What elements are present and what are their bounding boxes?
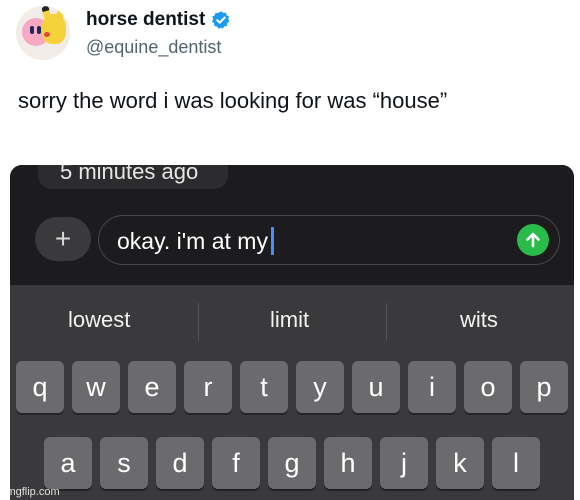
key-h[interactable]: h [324,437,372,489]
key-o[interactable]: o [464,361,512,413]
keyboard: lowest limit wits q w e r t y u i o p a … [10,285,574,500]
send-button[interactable] [517,224,549,256]
plus-icon: + [54,223,72,254]
key-y[interactable]: y [296,361,344,413]
text-caret [270,227,274,255]
key-u[interactable]: u [352,361,400,413]
key-p[interactable]: p [520,361,568,413]
suggestion-3[interactable]: wits [460,307,498,333]
key-k[interactable]: k [436,437,484,489]
key-r[interactable]: r [184,361,232,413]
predictive-suggestions: lowest limit wits [10,285,574,353]
key-f[interactable]: f [212,437,260,489]
chat-area: 5 minutes ago + okay. i'm at my [10,165,574,285]
message-input-value: okay. i'm at my [117,227,268,254]
arrow-up-icon [526,232,540,248]
key-e[interactable]: e [128,361,176,413]
message-timestamp: 5 minutes ago [60,165,199,184]
tweet-text: sorry the word i was looking for was “ho… [18,88,448,113]
key-w[interactable]: w [72,361,120,413]
key-q[interactable]: q [16,361,64,413]
name-row: horse dentist [86,9,231,31]
key-j[interactable]: j [380,437,428,489]
suggestion-2[interactable]: limit [270,307,309,333]
tweet-header: horse dentist @equine_dentist [16,6,231,60]
kirby-eye-right [37,26,41,34]
display-name[interactable]: horse dentist [86,9,205,31]
key-l[interactable]: l [492,437,540,489]
kirby-eye-left [30,26,34,34]
phone-screenshot: 5 minutes ago + okay. i'm at my lowest l… [10,165,574,500]
key-s[interactable]: s [100,437,148,489]
key-d[interactable]: d [156,437,204,489]
key-a[interactable]: a [44,437,92,489]
message-input[interactable]: okay. i'm at my [98,215,560,265]
suggestion-divider [386,303,387,341]
verified-badge-icon [212,10,230,29]
key-g[interactable]: g [268,437,316,489]
pikachu-cheek [44,32,50,37]
user-names: horse dentist @equine_dentist [86,9,231,58]
watermark: imgflip.com [4,486,60,498]
suggestion-1[interactable]: lowest [68,307,130,333]
key-i[interactable]: i [408,361,456,413]
add-attachment-button[interactable]: + [35,217,91,261]
pikachu-ear-left [41,6,52,21]
suggestion-divider [198,303,199,341]
user-handle[interactable]: @equine_dentist [86,37,231,58]
avatar[interactable] [16,6,70,60]
message-input-text: okay. i'm at my [117,227,274,255]
key-t[interactable]: t [240,361,288,413]
pikachu-ear-right [55,6,66,21]
